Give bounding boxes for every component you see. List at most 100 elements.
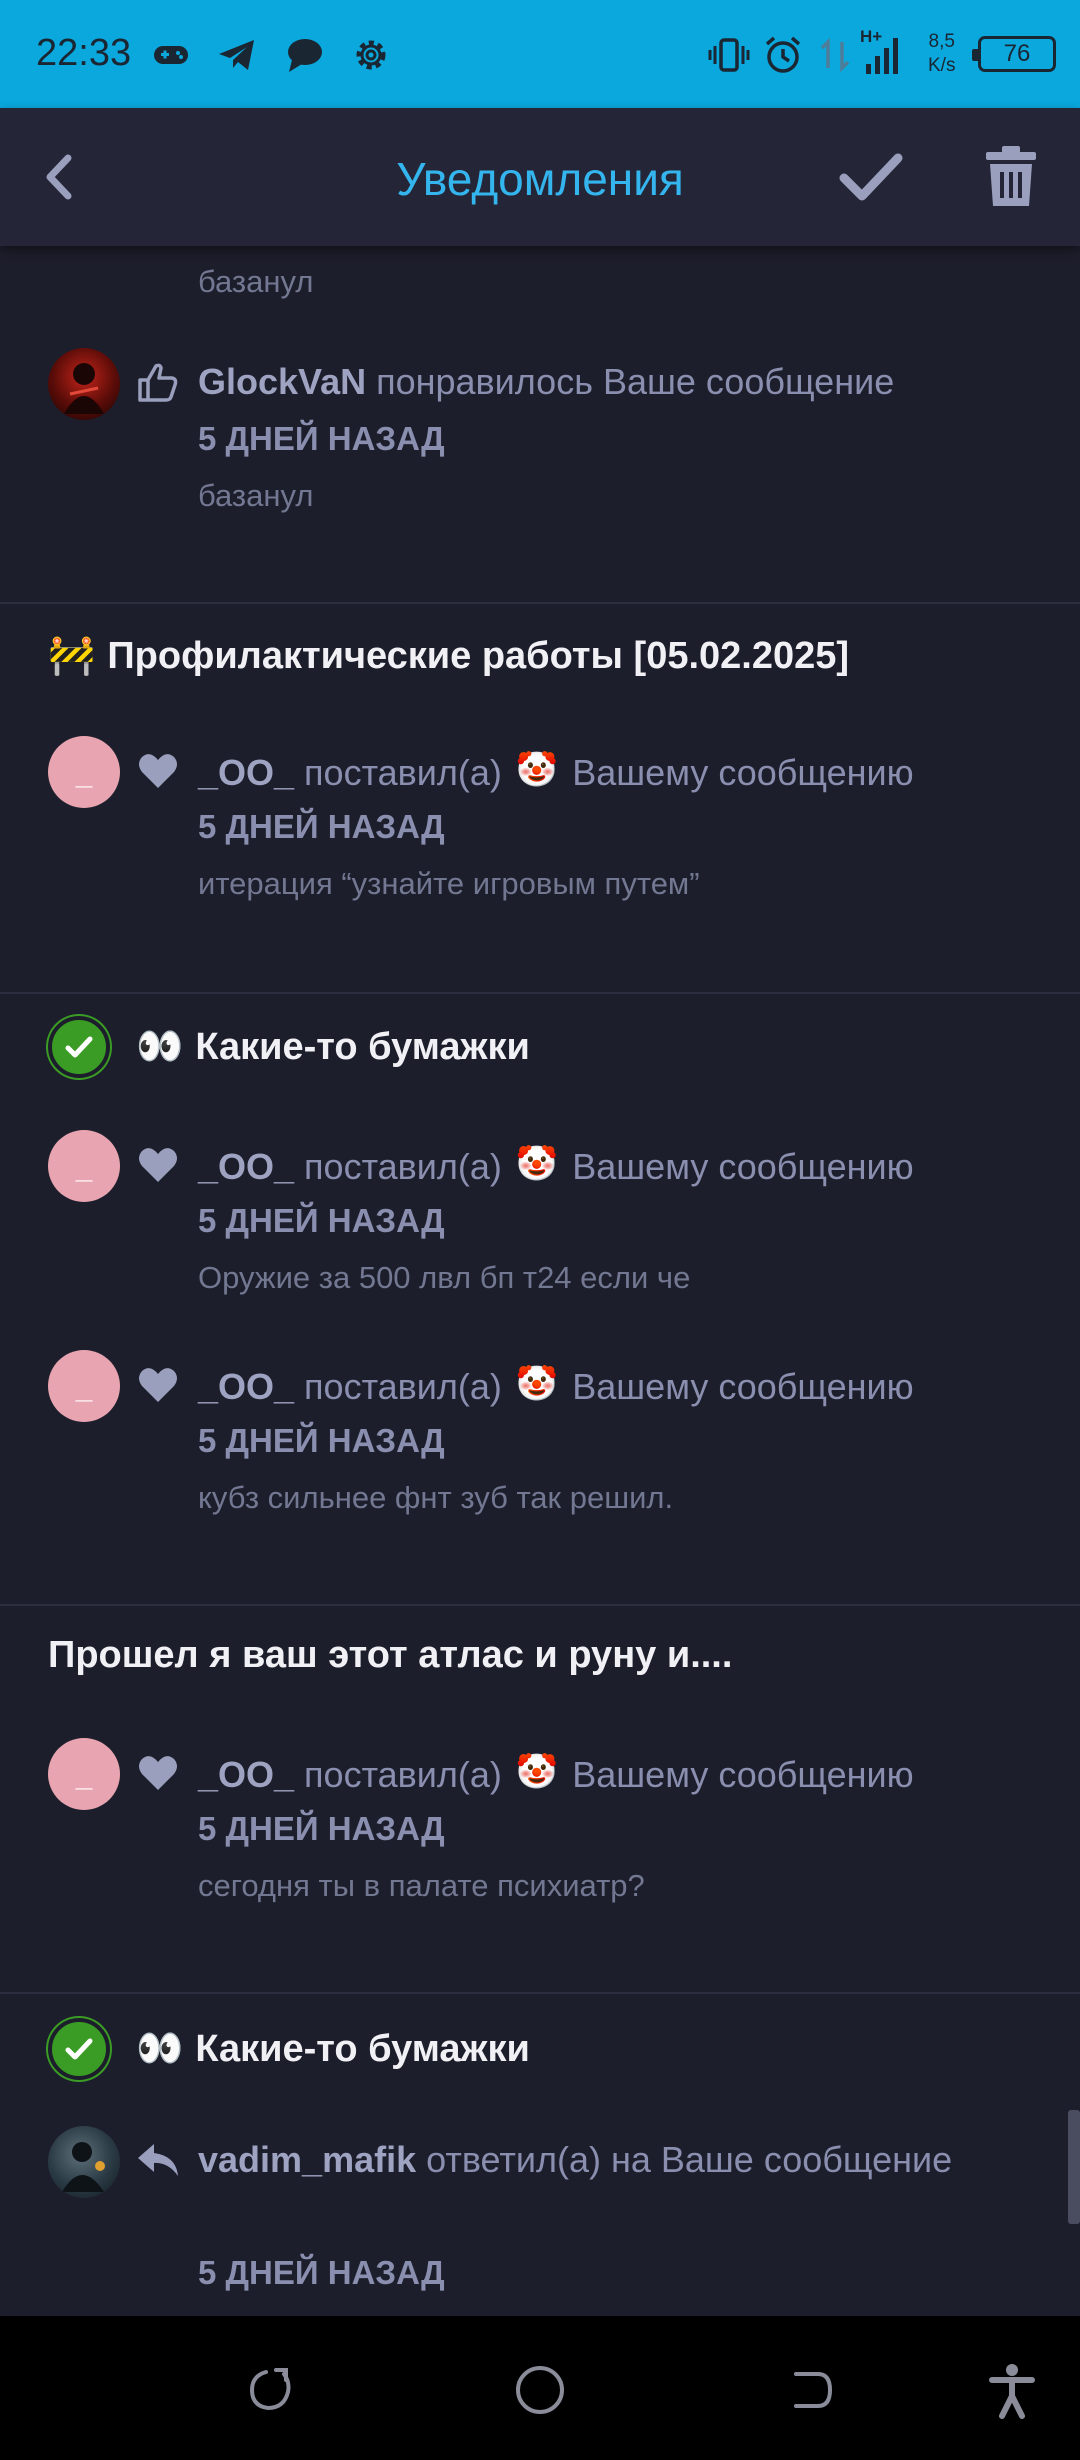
notification-text: _OO_ поставил(а) 🤡 Вашему сообщению (198, 1356, 1038, 1415)
signal-icon: H+ (860, 27, 898, 74)
thread-title[interactable]: 👀 Какие-то бумажки (48, 1016, 530, 1078)
battery-level: 76 (1003, 40, 1031, 67)
notification-time: 5 ДНЕЙ НАЗАД (198, 808, 445, 845)
thread-title-text: Прошел я ваш этот атлас и руну и.... (48, 1634, 733, 1676)
notification-snippet: сегодня ты в палате психиатр? (198, 1868, 645, 1903)
avatar[interactable]: _ (48, 736, 120, 808)
notification-action: поставил(а) (294, 752, 512, 793)
notification-time: 5 ДНЕЙ НАЗАД (198, 2254, 445, 2291)
avatar-letter: _ (75, 1372, 93, 1405)
thread-title-text: Профилактические работы [05.02.2025] (107, 634, 850, 677)
heart-icon (139, 1148, 177, 1182)
notification-time: 5 ДНЕЙ НАЗАД (198, 420, 445, 457)
heart-icon (139, 1756, 177, 1790)
battery-icon: 76 (972, 36, 1056, 72)
avatar-figure-icon (64, 363, 104, 414)
accessibility-icon[interactable] (982, 2360, 1042, 2420)
avatar-letter: _ (75, 758, 93, 791)
divider (0, 992, 1080, 994)
telegram-icon (219, 40, 254, 70)
thread-emoji: 🚧 (48, 635, 96, 677)
thread-title-text: Какие-то бумажки (195, 2027, 530, 2070)
notification-action-suffix: Вашему сообщению (562, 1754, 914, 1795)
avatar-letter: _ (75, 1760, 93, 1793)
avatar[interactable] (48, 348, 120, 420)
notification-action: поставил(а) (294, 1754, 512, 1795)
thread-title[interactable]: Прошел я ваш этот атлас и руну и.... (48, 1634, 732, 1677)
page-title: Уведомления (396, 153, 684, 205)
avatar-figure-icon (62, 2142, 105, 2192)
notification-text: _OO_ поставил(а) 🤡 Вашему сообщению (198, 1136, 1038, 1195)
notification-user[interactable]: _OO_ (198, 1754, 294, 1795)
thread-emoji: 👀 (136, 2028, 184, 2070)
divider (0, 602, 1080, 604)
clown-emoji: 🤡 (515, 1753, 559, 1791)
notifications-list[interactable]: базанул GlockVaN понравилось Ваше сообще… (0, 246, 1080, 2316)
net-speed-unit: K/s (928, 55, 956, 76)
reply-arrow-icon (138, 2144, 178, 2176)
scrollbar-thumb[interactable] (1068, 2110, 1080, 2224)
app-header: Уведомления (0, 108, 1080, 246)
avatar[interactable]: _ (48, 1738, 120, 1810)
notification-time: 5 ДНЕЙ НАЗАД (198, 1422, 445, 1459)
system-nav-bar (0, 2316, 1080, 2460)
avatar[interactable]: _ (48, 1350, 120, 1422)
notification-snippet: базанул (198, 478, 314, 513)
notification-snippet: кубз сильнее фнт зуб так решил. (198, 1480, 674, 1515)
notification-snippet: Оружие за 500 лвл бп т24 если че (198, 1260, 691, 1295)
notification-action-suffix: Вашему сообщению (562, 752, 914, 793)
gamepad-icon (154, 46, 188, 64)
notification-text: _OO_ поставил(а) 🤡 Вашему сообщению (198, 742, 1038, 801)
checkmark-icon[interactable] (836, 142, 906, 212)
clown-emoji: 🤡 (515, 1145, 559, 1183)
notification-action: ответил(а) на Ваше сообщение (416, 2139, 953, 2180)
notification-action: понравилось Ваше сообщение (366, 361, 895, 402)
notification-snippet: итерация “узнайте игровым путем” (198, 866, 700, 901)
solved-check-icon (48, 1016, 110, 1078)
trash-icon[interactable] (976, 142, 1046, 212)
notification-action-suffix: Вашему сообщению (562, 1366, 914, 1407)
notification-user[interactable]: _OO_ (198, 752, 294, 793)
solved-check-icon (48, 2018, 110, 2080)
thread-title[interactable]: 🚧 Профилактические работы [05.02.2025] (48, 634, 849, 678)
recent-apps-icon[interactable] (240, 2360, 300, 2420)
notification-text: GlockVaN понравилось Ваше сообщение (198, 354, 1038, 410)
notification-action-suffix: Вашему сообщению (562, 1146, 914, 1187)
heart-icon (139, 754, 177, 788)
divider (0, 1992, 1080, 1994)
net-speed: 8,5 K/s (928, 30, 955, 78)
notification-user[interactable]: GlockVaN (198, 361, 366, 402)
thread-title-text: Какие-то бумажки (195, 1025, 530, 1068)
thread-emoji: 👀 (136, 1026, 184, 1068)
status-bar: 22:33 H+ 8,5 K/s 76 (0, 0, 1080, 108)
divider (0, 1604, 1080, 1606)
clown-emoji: 🤡 (515, 751, 559, 789)
clown-emoji: 🤡 (515, 1365, 559, 1403)
thumbs-up-icon (138, 363, 178, 402)
data-transfer-icon (820, 37, 850, 73)
chat-bubble-icon (288, 39, 322, 72)
notification-time: 5 ДНЕЙ НАЗАД (198, 1810, 445, 1847)
net-speed-value: 8,5 (928, 31, 955, 52)
notification-user[interactable]: _OO_ (198, 1366, 294, 1407)
avatar[interactable]: _ (48, 1130, 120, 1202)
notification-time: 5 ДНЕЙ НАЗАД (198, 1202, 445, 1239)
avatar-letter: _ (75, 1152, 93, 1185)
alarm-icon (765, 36, 801, 73)
notification-text: vadim_mafik ответил(а) на Ваше сообщение (198, 2132, 1038, 2188)
vibrate-icon (708, 38, 750, 72)
thread-title[interactable]: 👀 Какие-то бумажки (48, 2018, 530, 2080)
notification-user[interactable]: _OO_ (198, 1146, 294, 1187)
heart-icon (139, 1368, 177, 1402)
status-time: 22:33 (36, 32, 132, 74)
back-nav-icon[interactable] (780, 2360, 840, 2420)
notification-action: поставил(а) (294, 1366, 512, 1407)
notification-snippet: базанул (198, 264, 314, 299)
home-circle-icon[interactable] (510, 2360, 570, 2420)
svg-text:H+: H+ (860, 27, 882, 46)
gear-icon (356, 40, 386, 70)
notification-action: поставил(а) (294, 1146, 512, 1187)
notification-user[interactable]: vadim_mafik (198, 2139, 416, 2180)
avatar[interactable] (48, 2126, 120, 2198)
notification-text: _OO_ поставил(а) 🤡 Вашему сообщению (198, 1744, 1038, 1803)
